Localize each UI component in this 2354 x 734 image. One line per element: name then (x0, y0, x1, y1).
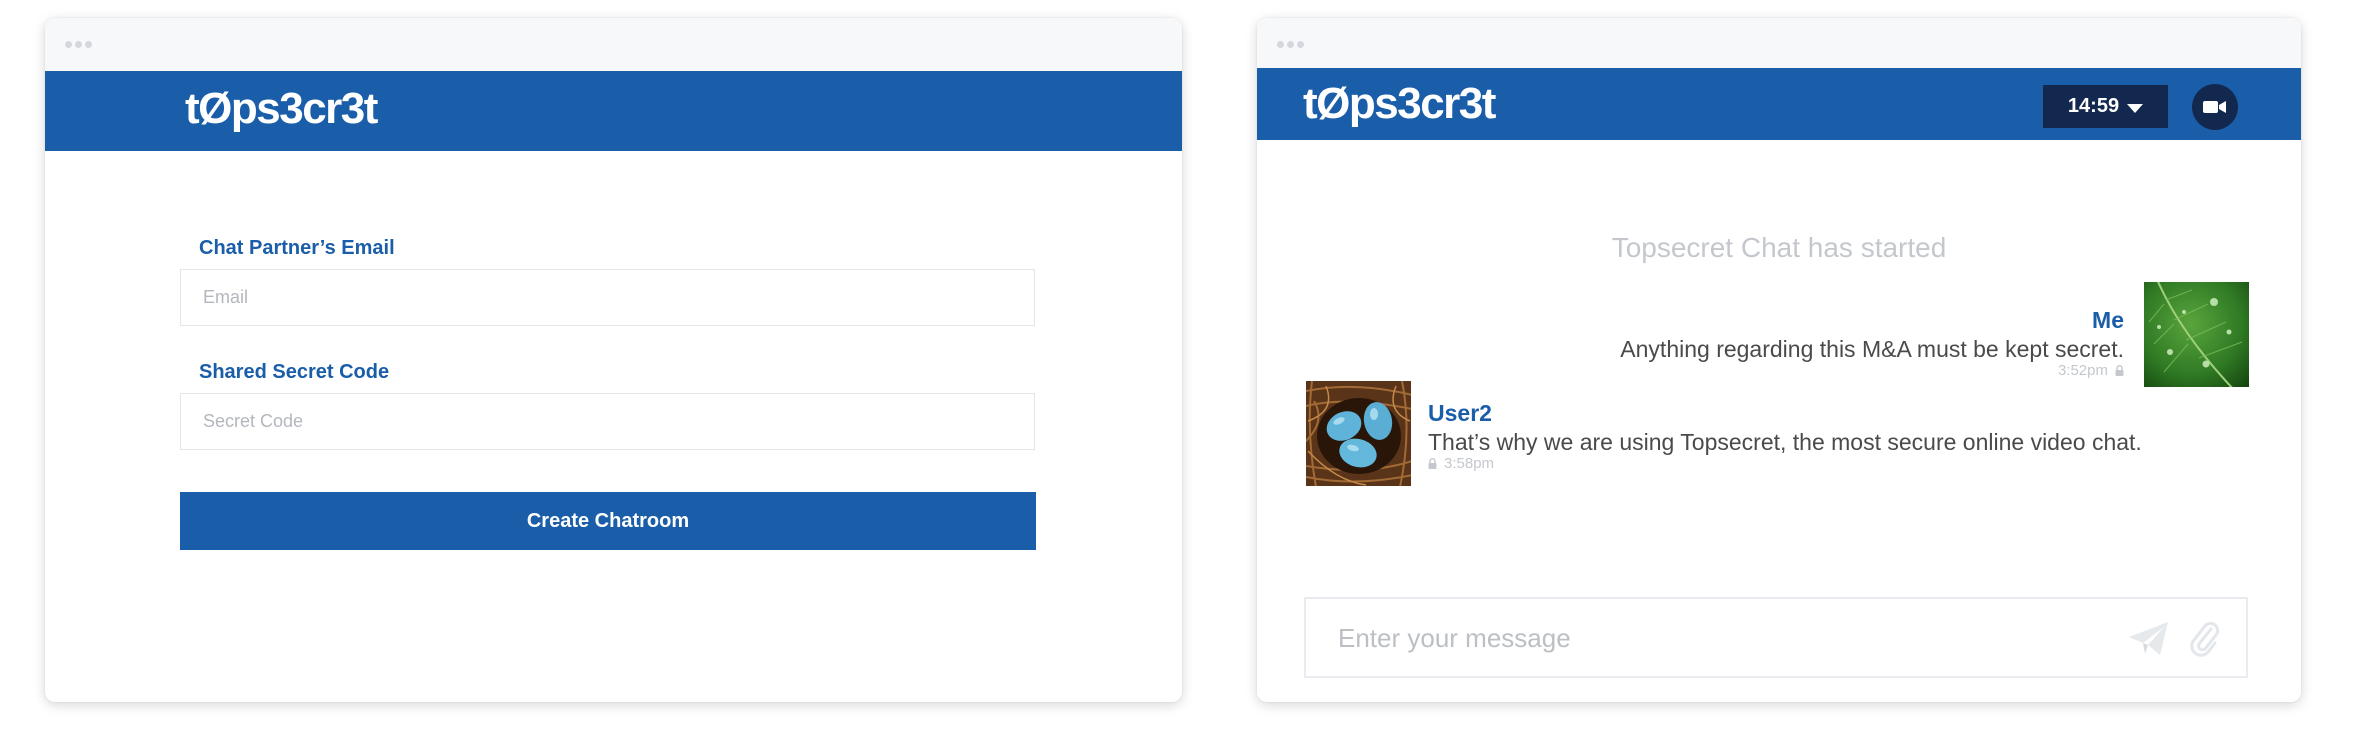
paperclip-icon (2190, 621, 2220, 657)
app-header: tØps3cr3t (45, 71, 1182, 151)
message-sender-name: User2 (1428, 400, 1492, 426)
create-chatroom-button[interactable]: Create Chatroom (180, 492, 1036, 550)
message-input[interactable] (1336, 599, 2100, 678)
window-dot[interactable] (65, 41, 72, 48)
app-header: tØps3cr3t 14:59 (1257, 68, 2301, 140)
app-logo: tØps3cr3t (1303, 79, 1496, 128)
message-sender-name: Me (2092, 307, 2124, 333)
window-controls[interactable] (1277, 41, 1304, 48)
window-dot[interactable] (1297, 41, 1304, 48)
green-leaf-photo (2144, 282, 2249, 387)
message-text: That’s why we are using Topsecret, the m… (1428, 429, 2142, 455)
chat-started-notice: Topsecret Chat has started (1611, 232, 1947, 263)
window-dot[interactable] (1287, 41, 1294, 48)
video-camera-icon (2203, 101, 2226, 113)
chat-window: tØps3cr3t 14:59 Topsecret Chat has start… (1257, 18, 2301, 702)
lock-icon (2115, 365, 2124, 376)
message-composer (1304, 597, 2248, 678)
app-logo: tØps3cr3t (185, 84, 378, 133)
caret-down-icon (2127, 103, 2144, 113)
window-dot[interactable] (75, 41, 82, 48)
paper-plane-icon (2129, 622, 2168, 655)
timer-value: 14:59 (2067, 95, 2120, 117)
message-meta: 3:58pm (1428, 455, 1494, 472)
message-time: 3:52pm (2057, 362, 2108, 379)
message-text: Anything regarding this M&A must be kept… (1620, 336, 2124, 362)
session-timer-dropdown[interactable]: 14:59 (2043, 85, 2168, 128)
create-chatroom-window: tØps3cr3t Chat Partner’s Email Shared Se… (45, 18, 1182, 702)
video-call-button[interactable] (2192, 84, 2238, 130)
lock-icon (1428, 458, 1437, 469)
email-field[interactable] (180, 269, 1035, 326)
window-titlebar (45, 18, 1182, 71)
avatar[interactable] (1306, 381, 1411, 486)
window-dot[interactable] (1277, 41, 1284, 48)
secret-code-field[interactable] (180, 393, 1035, 450)
send-button[interactable] (2128, 621, 2170, 657)
window-controls[interactable] (65, 41, 92, 48)
blue-eggs-in-nest-photo (1306, 381, 1411, 486)
avatar[interactable] (2144, 282, 2249, 387)
window-titlebar (1257, 18, 2301, 68)
attach-button[interactable] (2190, 619, 2220, 657)
message-meta: 3:52pm (2058, 362, 2124, 379)
email-label: Chat Partner’s Email (199, 237, 395, 259)
secret-code-label: Shared Secret Code (199, 361, 390, 383)
window-dot[interactable] (85, 41, 92, 48)
message-time: 3:58pm (1444, 455, 1495, 472)
